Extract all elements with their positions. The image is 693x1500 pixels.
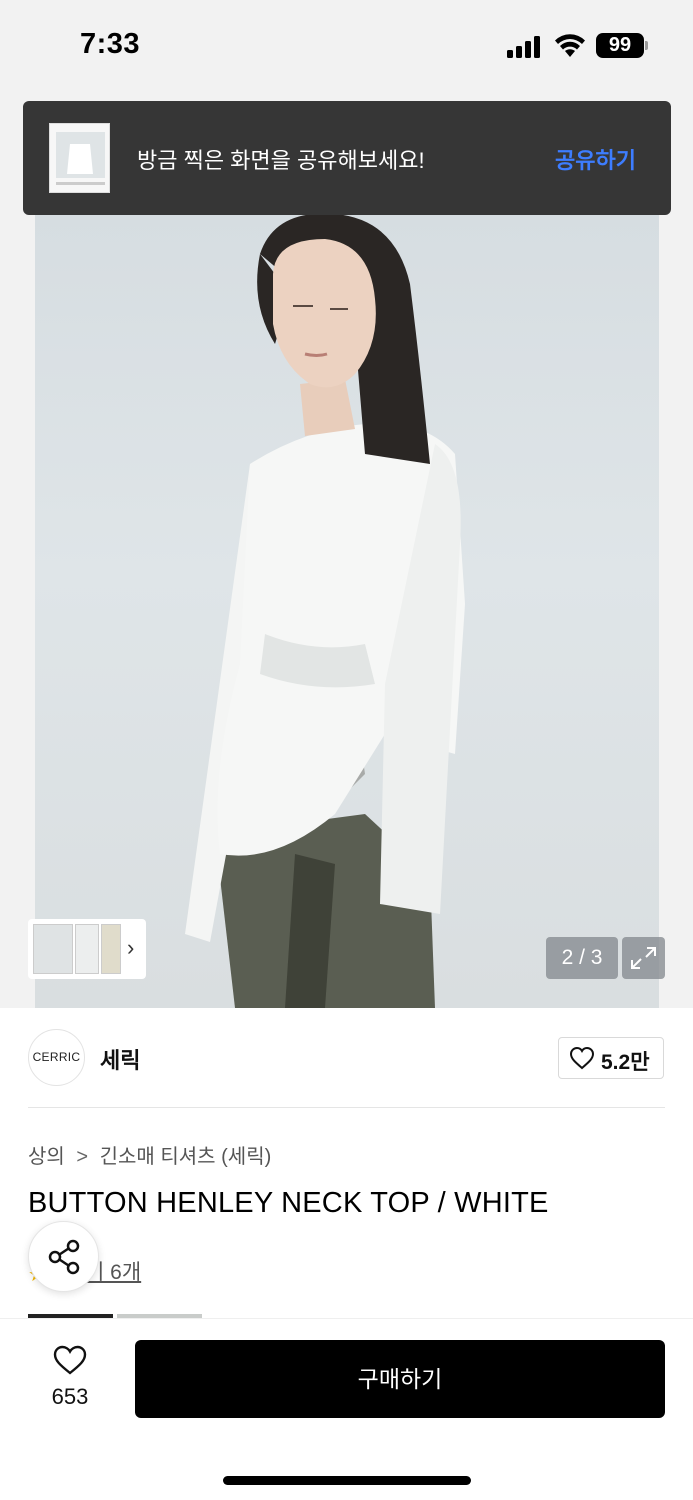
cellular-signal-icon <box>507 36 543 58</box>
heart-outline-icon[interactable] <box>52 1344 88 1376</box>
share-button[interactable] <box>28 1221 99 1292</box>
expand-icon <box>631 947 656 969</box>
gallery-thumbnail[interactable] <box>101 924 121 974</box>
status-bar: 7:33 99 <box>0 0 693 92</box>
screenshot-preview-icon <box>50 124 109 192</box>
toast-message: 방금 찍은 화면을 공유해보세요! <box>137 148 425 173</box>
divider <box>28 1107 665 1108</box>
screenshot-thumbnail[interactable] <box>49 123 110 193</box>
product-title: BUTTON HENLEY NECK TOP / WHITE <box>28 1187 549 1219</box>
brand-logo[interactable]: CERRIC <box>28 1029 85 1086</box>
brand-like-count: 5.2만 <box>601 1051 650 1074</box>
gallery-thumbnail-strip[interactable]: › <box>28 919 146 979</box>
status-time: 7:33 <box>80 28 141 60</box>
expand-button[interactable] <box>622 937 665 979</box>
gallery-thumbnail[interactable] <box>33 924 73 974</box>
brand-name[interactable]: 세릭 <box>100 1043 140 1075</box>
gallery-thumbnail[interactable] <box>75 924 99 974</box>
wifi-icon <box>555 34 585 57</box>
chevron-right-icon: › <box>127 935 135 960</box>
wishlist-count: 653 <box>51 1384 89 1409</box>
gallery-page-indicator: 2 / 3 <box>546 937 618 979</box>
model-photo-illustration <box>185 214 465 1008</box>
share-screenshot-toast: 방금 찍은 화면을 공유해보세요! 공유하기 <box>23 101 671 215</box>
breadcrumb: 상의 > 긴소매 티셔츠 (세릭) <box>28 1140 271 1169</box>
heart-outline-icon <box>569 1046 595 1070</box>
buy-button[interactable]: 구매하기 <box>135 1340 665 1418</box>
breadcrumb-item[interactable]: 긴소매 티셔츠 (세릭) <box>100 1140 272 1169</box>
home-indicator[interactable] <box>223 1476 471 1485</box>
breadcrumb-separator: > <box>76 1146 89 1168</box>
share-action-button[interactable]: 공유하기 <box>555 143 636 175</box>
product-photo[interactable] <box>35 214 659 1008</box>
battery-tip <box>645 41 648 50</box>
breadcrumb-item[interactable]: 상의 <box>28 1140 65 1169</box>
share-icon <box>48 1239 80 1275</box>
battery-icon: 99 <box>596 33 644 58</box>
brand-like-button[interactable]: 5.2만 <box>558 1037 664 1079</box>
